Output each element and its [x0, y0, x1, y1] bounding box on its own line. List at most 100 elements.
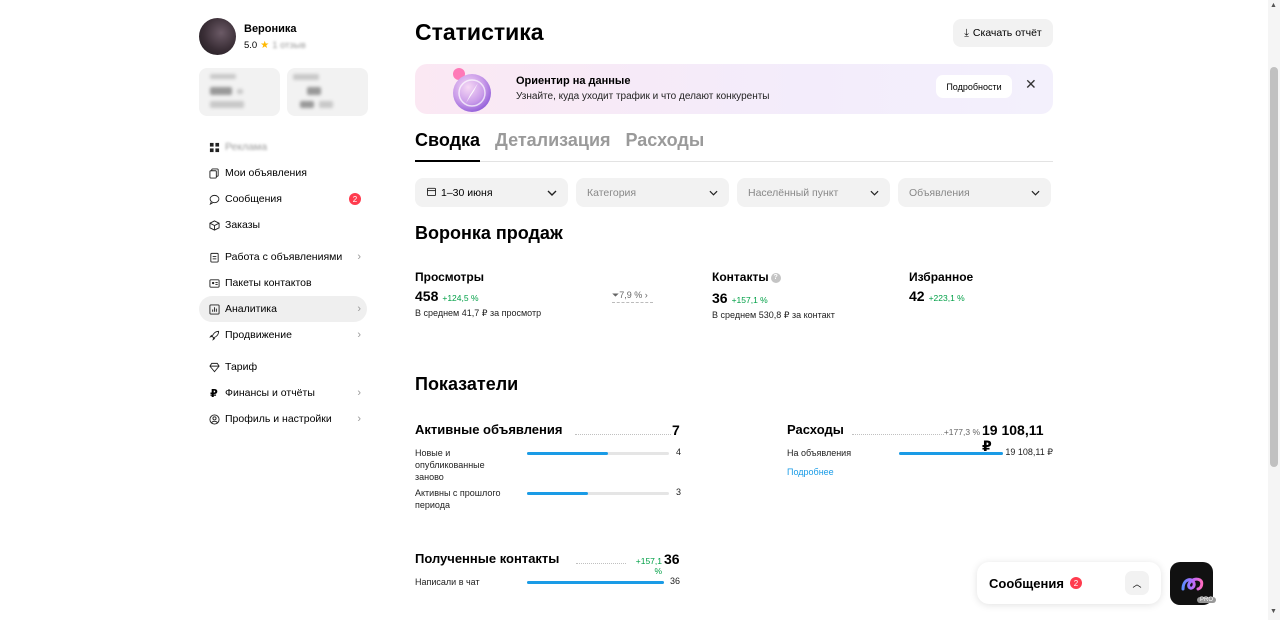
chat-contacts-label: Написали в чат: [415, 577, 480, 587]
expenses-ads-bar-fill: [899, 452, 1003, 455]
chevron-right-icon: ›: [644, 290, 648, 300]
sidebar-item-label: Финансы и отчёты: [225, 387, 315, 399]
received-contacts-delta: +157,1 %: [635, 556, 662, 576]
dotted-leader: [575, 434, 671, 435]
views-number: 458: [415, 288, 439, 304]
contacts-delta: +157,1 %: [731, 295, 768, 305]
favorites-label: Избранное: [909, 270, 974, 284]
favorites-number: 42: [909, 288, 925, 304]
download-icon: ⤓: [964, 26, 969, 39]
period-select[interactable]: 1–30 июня: [415, 178, 568, 207]
sidebar-item-analytics[interactable]: Аналитика ›: [199, 296, 367, 322]
dotted-leader: [852, 434, 944, 435]
reviews-count[interactable]: 1 отзыв: [272, 40, 306, 51]
chevron-down-icon: [709, 187, 718, 199]
calendar-icon: [427, 187, 436, 199]
tab-summary[interactable]: Сводка: [415, 130, 481, 162]
filters: 1–30 июня Категория Населённый пункт Объ…: [415, 178, 1051, 207]
profile[interactable]: Вероника 5.0 ★ 1 отзыв: [199, 18, 369, 55]
sidebar-item-my-ads[interactable]: Мои объявления: [199, 160, 367, 186]
dotted-leader: [576, 563, 626, 564]
conversion-underline: [612, 302, 653, 303]
sidebar-item-promotion[interactable]: Продвижение ›: [199, 322, 367, 348]
views-conversion[interactable]: ⏷7,9 % ›: [612, 290, 648, 301]
tab-details[interactable]: Детализация: [495, 130, 611, 162]
city-select[interactable]: Населённый пункт: [737, 178, 890, 207]
active-ads-label: Активные объявления: [415, 422, 563, 437]
views-note: В среднем 41,7 ₽ за просмотр: [415, 308, 542, 318]
sidebar-item-label: Аналитика: [225, 303, 277, 315]
avatar[interactable]: [199, 18, 236, 55]
chevron-right-icon: ›: [357, 329, 361, 341]
chat-contacts-bar-fill: [527, 581, 664, 584]
banner-subtitle: Узнайте, куда уходит трафик и что делают…: [516, 91, 770, 102]
profile-name[interactable]: Вероника: [244, 23, 306, 35]
close-icon[interactable]: ✕: [1025, 76, 1037, 93]
old-ads-label: Активны с прошлого периода: [415, 488, 501, 510]
ads-placeholder: Объявления: [909, 186, 970, 199]
help-icon[interactable]: ?: [770, 272, 781, 283]
period-value: 1–30 июня: [441, 186, 493, 199]
bonus-card[interactable]: [287, 68, 368, 116]
scroll-up-icon[interactable]: ▲: [1270, 2, 1277, 9]
sidebar-item-blurred[interactable]: Реклама: [199, 134, 367, 160]
new-ads-bar-fill: [527, 452, 608, 455]
sidebar-item-messages[interactable]: Сообщения 2: [199, 186, 367, 212]
received-contacts-value: 36: [664, 551, 680, 567]
sidebar-item-ad-management[interactable]: Работа с объявлениями ›: [199, 244, 367, 270]
ads-select[interactable]: Объявления: [898, 178, 1051, 207]
active-ads-value: 7: [672, 422, 680, 438]
ruble-icon: ₽: [210, 387, 218, 400]
category-placeholder: Категория: [587, 186, 637, 199]
profile-rating: 5.0 ★ 1 отзыв: [244, 40, 306, 51]
sidebar-item-label: Пакеты контактов: [225, 277, 312, 289]
infinity-logo-icon: [1181, 577, 1203, 590]
sidebar-item-finance[interactable]: ₽ Финансы и отчёты ›: [199, 380, 367, 406]
compass-illustration-icon: [453, 68, 491, 112]
sidebar-item-profile-settings[interactable]: Профиль и настройки ›: [199, 406, 367, 432]
favorites-value: 42 +223,1 %: [909, 288, 965, 304]
new-ads-label: Новые и опубликованные заново: [415, 448, 485, 482]
sidebar-item-orders[interactable]: Заказы: [199, 212, 367, 238]
banner-details-button[interactable]: Подробности: [936, 75, 1012, 98]
favorites-delta: +223,1 %: [928, 293, 965, 303]
messages-popup-badge: 2: [1069, 577, 1082, 589]
chevron-down-icon: [1031, 187, 1040, 199]
expenses-details-link[interactable]: Подробнее: [787, 467, 834, 477]
old-ads-bar-fill: [527, 492, 589, 495]
copy-icon: [208, 167, 220, 179]
chart-icon: [208, 303, 220, 315]
scroll-down-icon[interactable]: ▼: [1270, 608, 1277, 615]
chevron-right-icon: ›: [357, 251, 361, 263]
sidebar-item-contact-packages[interactable]: Пакеты контактов: [199, 270, 367, 296]
scroll-thumb[interactable]: [1270, 67, 1278, 467]
views-delta: +124,5 %: [442, 293, 479, 303]
user-icon: [208, 413, 220, 425]
scrollbar[interactable]: ▲ ▼: [1268, 0, 1280, 620]
contacts-label-text: Контакты: [712, 270, 769, 284]
diamond-icon: [208, 361, 220, 373]
balance-card[interactable]: [199, 68, 280, 116]
banner-title: Ориентир на данные: [516, 75, 631, 87]
expenses-ads-bar: [899, 452, 1003, 455]
grid-icon: [208, 141, 220, 153]
sidebar-item-label: Тариф: [225, 361, 258, 373]
star-icon: ★: [260, 39, 270, 51]
download-report-button[interactable]: ⤓ Скачать отчёт: [953, 19, 1053, 47]
chevron-down-icon: [547, 187, 557, 199]
sidebar-item-tariff[interactable]: Тариф: [199, 354, 367, 380]
new-ads-value: 4: [675, 447, 681, 457]
city-placeholder: Населённый пункт: [748, 186, 839, 199]
category-select[interactable]: Категория: [576, 178, 729, 207]
views-label: Просмотры: [415, 270, 485, 284]
expenses-label: Расходы: [787, 422, 844, 437]
tab-bar: Сводка Детализация Расходы: [415, 130, 1053, 162]
tab-expenses[interactable]: Расходы: [626, 130, 705, 162]
sidebar-item-label: Реклама: [225, 141, 268, 153]
views-value: 458 +124,5 %: [415, 288, 479, 304]
wallet-cards: [199, 68, 369, 116]
chevron-up-icon[interactable]: ︿: [1125, 571, 1149, 595]
messages-popup[interactable]: Сообщения 2 ︿: [977, 562, 1161, 604]
metrics-title: Показатели: [415, 374, 519, 394]
expenses-delta: +177,3 %: [943, 427, 980, 437]
